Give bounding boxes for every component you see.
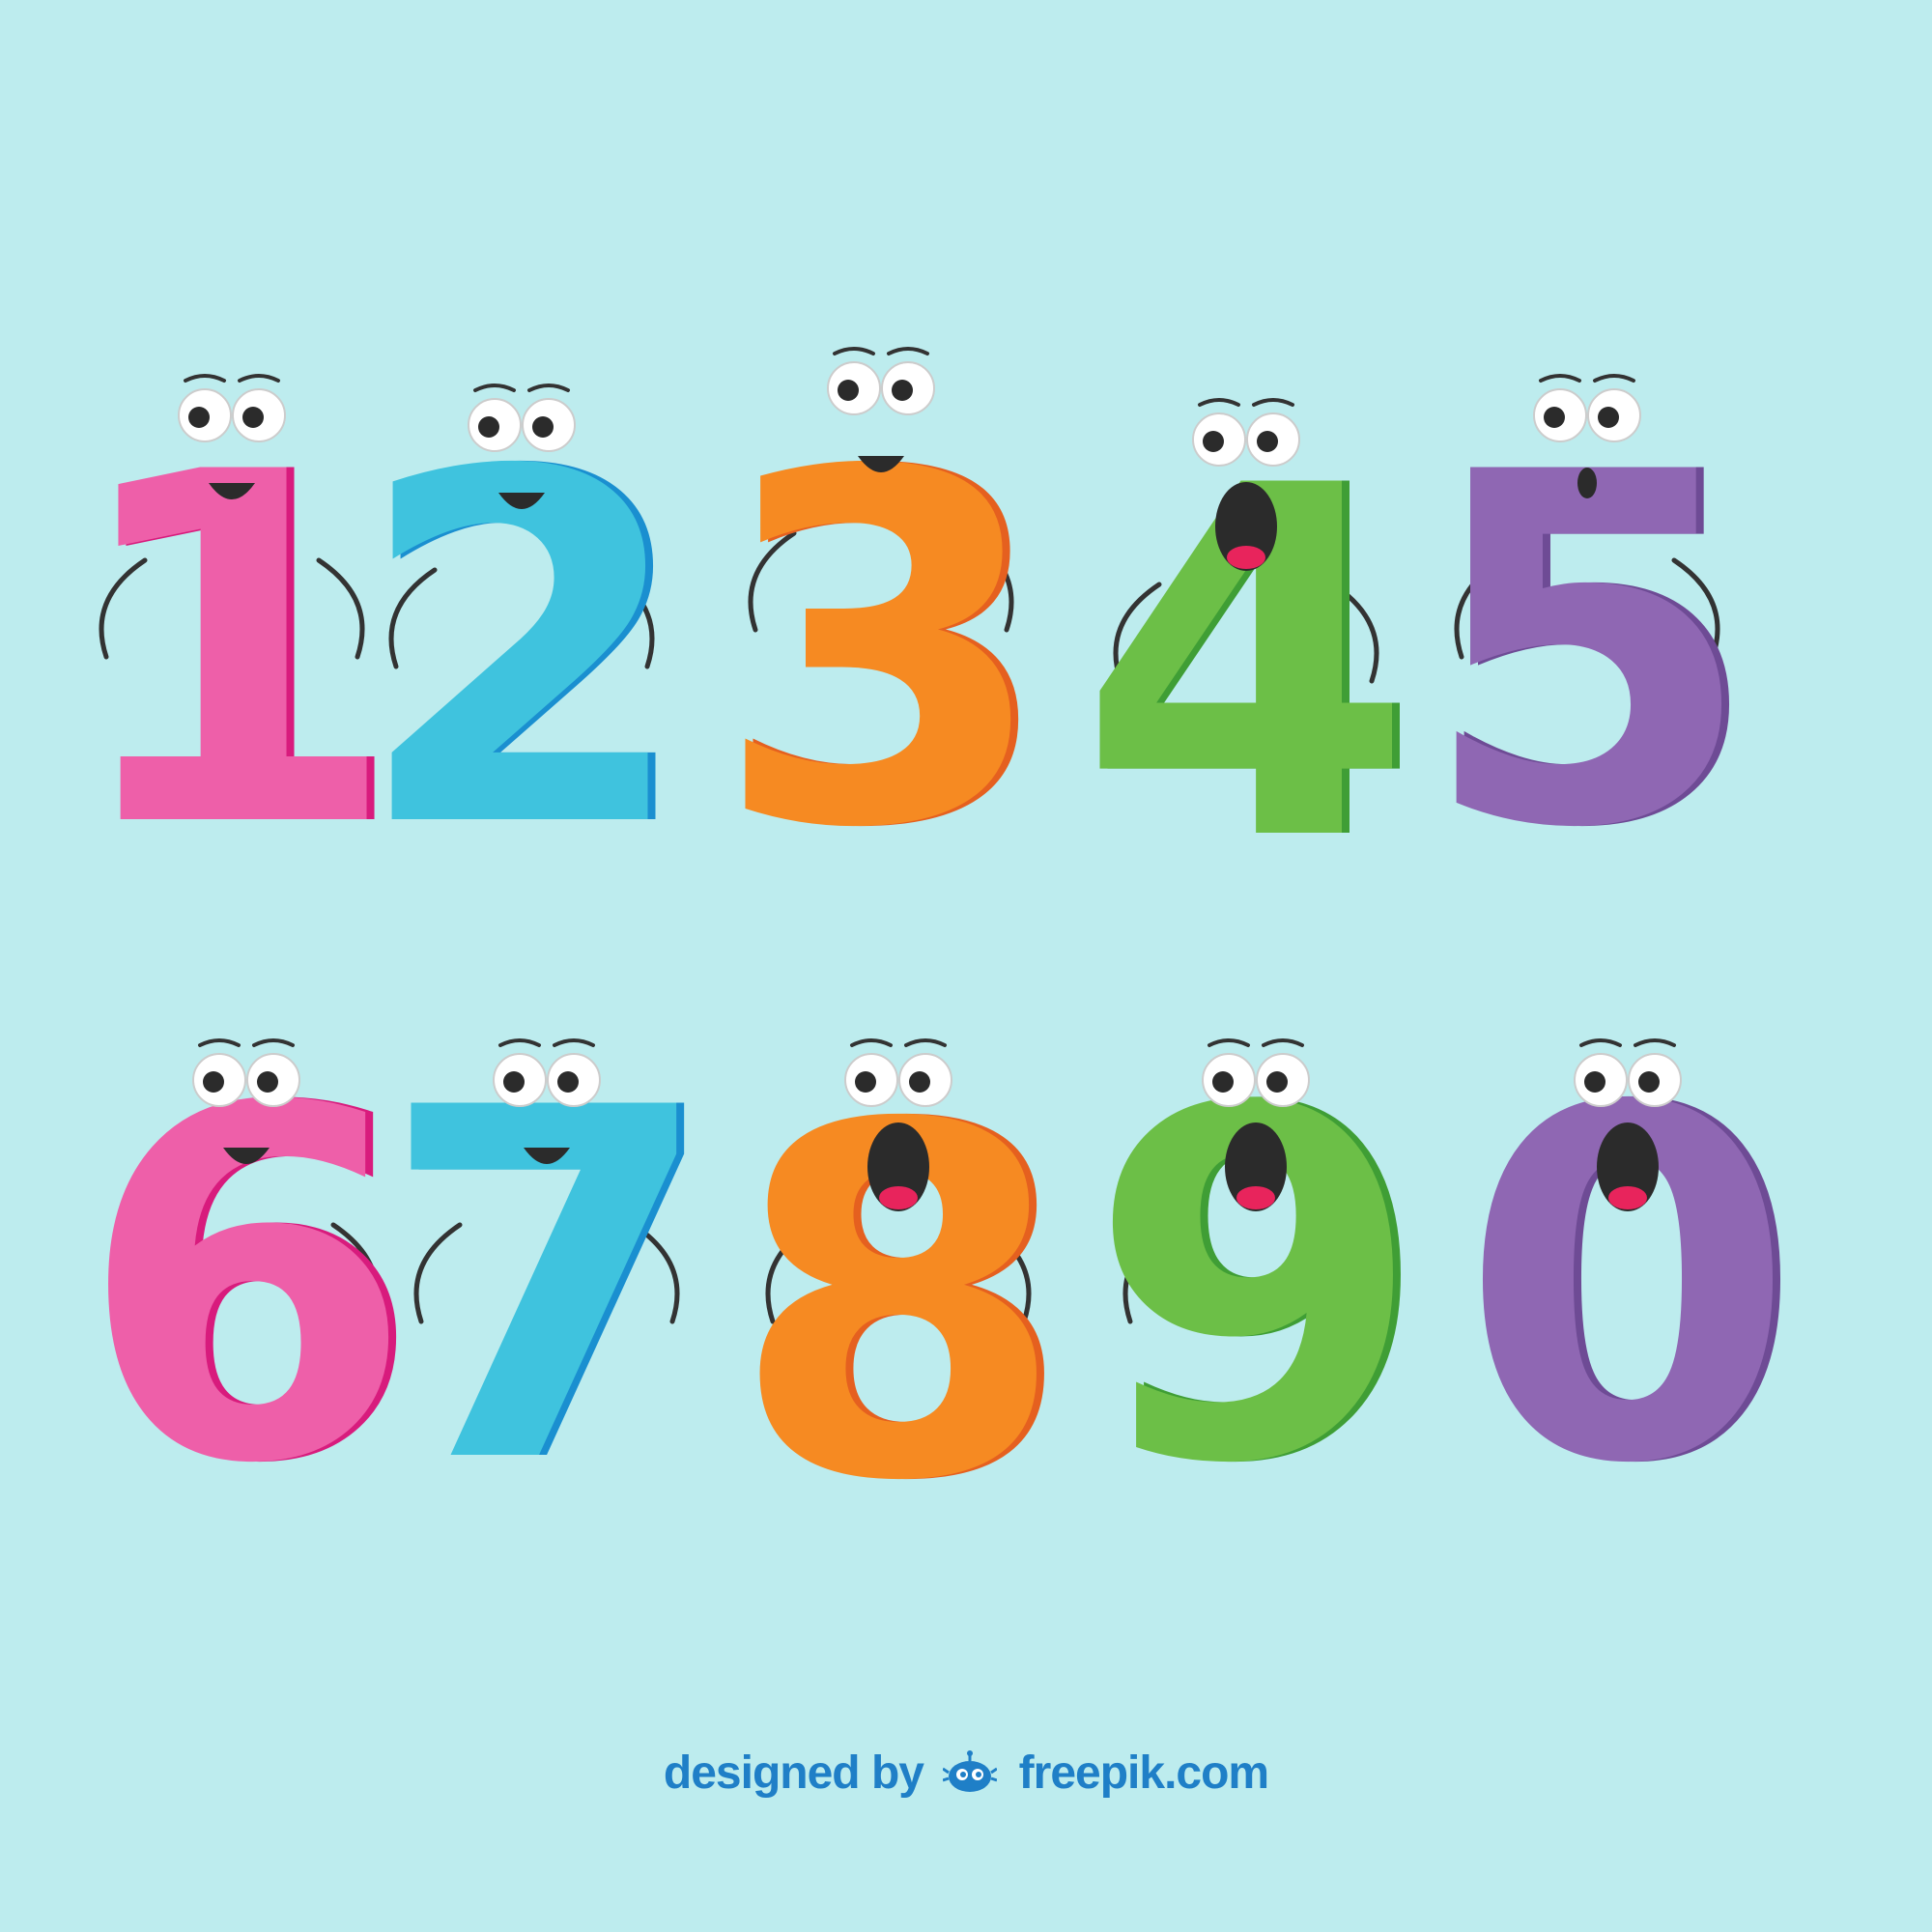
freepik-logo-icon bbox=[942, 1749, 999, 1805]
number-character-9: 99 bbox=[1088, 1007, 1432, 1569]
pupil bbox=[1638, 1071, 1660, 1093]
tongue bbox=[1236, 1186, 1275, 1209]
number-character-3: 33 bbox=[713, 347, 1057, 933]
number-character-6: 66 bbox=[78, 1007, 422, 1569]
digit-glyph-3: 3 bbox=[713, 371, 1049, 933]
digit-glyph-5: 5 bbox=[1419, 371, 1755, 933]
pupil bbox=[855, 1071, 876, 1093]
credit-prefix: designed by bbox=[663, 1747, 924, 1799]
tongue bbox=[1608, 1186, 1647, 1209]
eyebrow bbox=[833, 347, 875, 355]
number-characters-scene: 1122 33 44 556677 88 99 00 bbox=[64, 347, 1804, 1586]
number-character-0: 00 bbox=[1460, 1007, 1804, 1569]
tongue bbox=[879, 1186, 918, 1209]
eyebrow bbox=[887, 347, 929, 355]
number-character-5: 55 bbox=[1419, 371, 1763, 933]
pupil bbox=[557, 1071, 579, 1093]
digit-glyph-0: 0 bbox=[1460, 1007, 1796, 1569]
digit-glyph-8: 8 bbox=[730, 1024, 1066, 1586]
pupil bbox=[203, 1071, 224, 1093]
mouth bbox=[1577, 468, 1597, 498]
pupil bbox=[1257, 431, 1278, 452]
pupil bbox=[1584, 1071, 1605, 1093]
pupil bbox=[1598, 407, 1619, 428]
pupil bbox=[838, 380, 859, 401]
digit-glyph-9: 9 bbox=[1088, 1007, 1424, 1569]
number-character-7: 77 bbox=[379, 1007, 723, 1569]
pupil bbox=[478, 416, 499, 438]
pupil bbox=[532, 416, 554, 438]
freepik-credit: designed by freepik.com bbox=[0, 1747, 1932, 1805]
tongue bbox=[1227, 546, 1265, 569]
pupil bbox=[242, 407, 264, 428]
pupil bbox=[909, 1071, 930, 1093]
pupil bbox=[892, 380, 913, 401]
number-character-2: 22 bbox=[354, 371, 697, 933]
pupil bbox=[1212, 1071, 1234, 1093]
number-character-8: 88 bbox=[730, 1024, 1074, 1586]
number-character-4: 44 bbox=[1078, 384, 1422, 947]
pupil bbox=[257, 1071, 278, 1093]
digit-glyph-7: 7 bbox=[379, 1007, 715, 1569]
pupil bbox=[1266, 1071, 1288, 1093]
digit-glyph-1: 1 bbox=[64, 371, 400, 933]
credit-brand: freepik.com bbox=[1018, 1747, 1269, 1799]
pupil bbox=[188, 407, 210, 428]
pupil bbox=[503, 1071, 525, 1093]
digit-glyph-6: 6 bbox=[78, 1007, 414, 1569]
digit-glyph-4: 4 bbox=[1078, 384, 1414, 947]
pupil bbox=[1203, 431, 1224, 452]
digit-glyph-2: 2 bbox=[354, 371, 690, 933]
pupil bbox=[1544, 407, 1565, 428]
